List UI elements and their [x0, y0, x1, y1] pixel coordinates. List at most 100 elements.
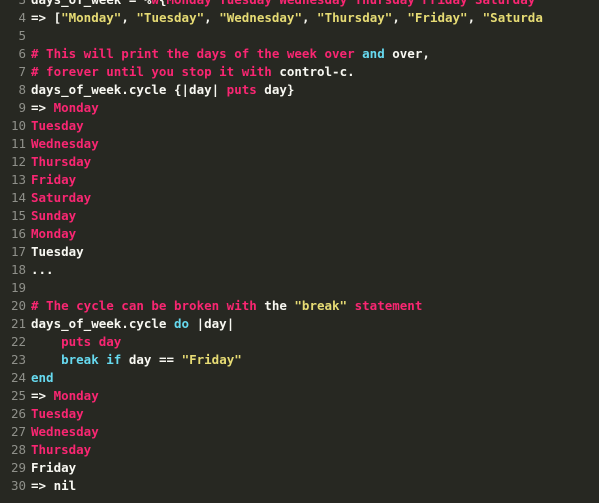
code-token: Tuesday	[31, 118, 84, 133]
code-token: ,	[467, 10, 483, 25]
code-token: Monday	[31, 226, 77, 241]
line-number: 7	[18, 64, 26, 79]
line-text: Thursday	[26, 153, 91, 171]
code-token: ,	[392, 10, 408, 25]
line-text: Sunday	[26, 207, 76, 225]
code-token: Wednesday	[31, 136, 99, 151]
line-text: Monday	[26, 225, 76, 243]
code-line[interactable]: 27 Wednesday	[0, 423, 599, 441]
line-number: 19	[10, 280, 26, 295]
code-line[interactable]: 30 => nil	[0, 477, 599, 495]
line-text: Tuesday	[26, 117, 84, 135]
code-line[interactable]: 17 Tuesday	[0, 243, 599, 261]
line-number: 21	[10, 316, 26, 331]
code-line[interactable]: 24 end	[0, 369, 599, 387]
code-token: do	[174, 316, 190, 331]
line-text: # The cycle can be broken with the "brea…	[26, 297, 422, 315]
line-number: 4	[18, 10, 26, 25]
code-token: Wednesday	[31, 424, 99, 439]
code-token: day}	[256, 82, 295, 97]
code-editor[interactable]: 3days_of_week = %w{Monday Tuesday Wednes…	[0, 0, 599, 503]
code-token: "Monday"	[61, 10, 122, 25]
line-text	[26, 279, 31, 297]
code-token: days_of_week.cycle {|day|	[31, 82, 227, 97]
code-token: =>	[31, 100, 54, 115]
line-text	[26, 27, 31, 45]
code-token: Monday Tuesday Wednesday Thursday Friday…	[166, 0, 535, 7]
code-token: "Friday"	[181, 352, 242, 367]
code-line[interactable]: 3days_of_week = %w{Monday Tuesday Wednes…	[0, 0, 599, 9]
line-text: # This will print the days of the week o…	[26, 45, 430, 63]
code-line[interactable]: 12 Thursday	[0, 153, 599, 171]
line-number: 24	[10, 370, 26, 385]
code-token: => [	[31, 10, 62, 25]
line-number: 13	[10, 172, 26, 187]
code-token: break	[61, 352, 99, 367]
code-line[interactable]: 29 Friday	[0, 459, 599, 477]
code-line[interactable]: 15 Sunday	[0, 207, 599, 225]
code-token: Tuesday	[31, 406, 84, 421]
code-token: puts day	[61, 334, 122, 349]
code-line[interactable]: 19	[0, 279, 599, 297]
line-text: days_of_week = %w{Monday Tuesday Wednesd…	[26, 0, 535, 9]
code-line[interactable]: 13 Friday	[0, 171, 599, 189]
code-line[interactable]: 11 Wednesday	[0, 135, 599, 153]
line-text: => nil	[26, 477, 76, 495]
code-token: =>	[31, 388, 54, 403]
code-line[interactable]: 8 days_of_week.cycle {|day| puts day}	[0, 81, 599, 99]
line-number: 3	[0, 0, 26, 9]
code-line[interactable]: 26 Tuesday	[0, 405, 599, 423]
code-line[interactable]: 18...	[0, 261, 599, 279]
line-number: 15	[10, 208, 26, 223]
line-text: => Monday	[26, 99, 99, 117]
code-token: days_of_week = %	[31, 0, 151, 7]
line-text: puts day	[26, 333, 121, 351]
code-line[interactable]: 10 Tuesday	[0, 117, 599, 135]
line-number: 11	[10, 136, 26, 151]
line-text: ...	[26, 261, 54, 279]
code-line[interactable]: 14 Saturday	[0, 189, 599, 207]
code-line[interactable]: 20 # The cycle can be broken with the "br…	[0, 297, 599, 315]
code-line[interactable]: 28 Thursday	[0, 441, 599, 459]
line-number: 20	[10, 298, 26, 313]
code-token: control-c.	[279, 64, 355, 79]
code-token: ...	[31, 262, 54, 277]
line-number: 29	[10, 460, 26, 475]
code-area[interactable]: 3days_of_week = %w{Monday Tuesday Wednes…	[0, 0, 599, 503]
code-token: # The cycle can be broken with	[31, 298, 265, 313]
line-number: 8	[18, 82, 26, 97]
code-line[interactable]: 9 => Monday	[0, 99, 599, 117]
line-text: Saturday	[26, 189, 91, 207]
code-token: days_of_week.cycle	[31, 316, 174, 331]
code-token: "Wednesday"	[219, 10, 302, 25]
code-token: statement	[347, 298, 423, 313]
code-token: the	[264, 298, 295, 313]
line-text: => ["Monday", "Tuesday", "Wednesday", "T…	[26, 9, 543, 27]
line-text: => Monday	[26, 387, 99, 405]
code-token: ,	[204, 10, 220, 25]
code-line[interactable]: 21 days_of_week.cycle do |day|	[0, 315, 599, 333]
line-text: Friday	[26, 171, 76, 189]
line-number: 25	[10, 388, 26, 403]
code-line[interactable]: 7 # forever until you stop it with contro…	[0, 63, 599, 81]
line-text: Thursday	[26, 441, 91, 459]
code-token: "Saturda	[482, 10, 543, 25]
code-token: puts	[226, 82, 257, 97]
code-token: Saturday	[31, 190, 92, 205]
code-line[interactable]: 22 puts day	[0, 333, 599, 351]
code-line[interactable]: 23 break if day == "Friday"	[0, 351, 599, 369]
code-line[interactable]: 4 => ["Monday", "Tuesday", "Wednesday", "…	[0, 9, 599, 27]
line-number: 14	[10, 190, 26, 205]
code-token: and	[362, 46, 385, 61]
code-line[interactable]: 5	[0, 27, 599, 45]
line-text: Tuesday	[26, 243, 84, 261]
code-token: # forever until you stop it with	[31, 64, 280, 79]
code-token: ,	[301, 10, 318, 25]
code-line[interactable]: 6 # This will print the days of the week …	[0, 45, 599, 63]
line-number: 5	[18, 28, 26, 43]
code-line[interactable]: 16 Monday	[0, 225, 599, 243]
code-line[interactable]: 25 => Monday	[0, 387, 599, 405]
line-number: 12	[10, 154, 26, 169]
